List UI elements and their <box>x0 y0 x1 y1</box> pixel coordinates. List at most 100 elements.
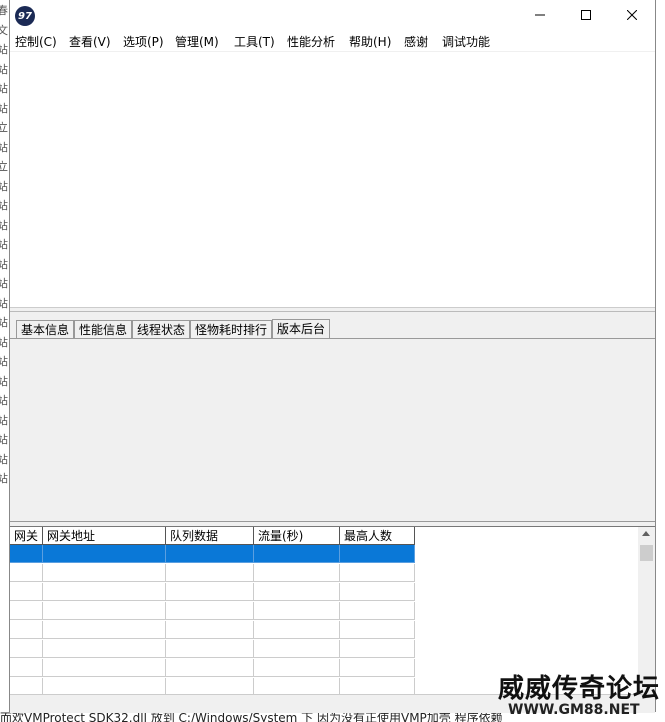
menu-item[interactable]: 性能分析 <box>287 33 335 50</box>
table-row[interactable] <box>10 583 415 601</box>
table-cell[interactable] <box>254 659 340 677</box>
background-char: 站 <box>0 472 8 485</box>
table-cell[interactable] <box>10 564 43 582</box>
table-row[interactable] <box>10 545 415 563</box>
table-cell[interactable] <box>254 621 340 639</box>
tab[interactable]: 线程状态 <box>132 320 190 338</box>
table-cell[interactable] <box>43 640 166 658</box>
table-cell[interactable] <box>166 621 254 639</box>
table-cell[interactable] <box>166 659 254 677</box>
background-char: 站 <box>0 62 8 76</box>
menu-item[interactable]: 调试功能 <box>442 33 490 50</box>
scroll-thumb[interactable] <box>640 545 653 561</box>
table-cell[interactable] <box>166 545 254 563</box>
table-cell[interactable] <box>43 545 166 563</box>
background-text-bottom: 而欢VMProtect SDK32.dll 放到 C:/Windows/Syst… <box>0 712 503 722</box>
background-char: 站 <box>0 413 8 427</box>
tab[interactable]: 版本后台 <box>272 319 330 339</box>
scroll-up-icon[interactable] <box>642 531 650 536</box>
close-icon <box>627 10 637 20</box>
table-cell[interactable] <box>10 602 43 620</box>
menu-bar: 控制(C) 查看(V) 选项(P) 管理(M) 工具(T) 性能分析 帮助(H) 感谢 调试功能 <box>10 30 655 51</box>
background-char: 立 <box>0 160 8 173</box>
app-logo-icon[interactable]: 97 <box>15 6 35 26</box>
table-cell[interactable] <box>10 621 43 639</box>
background-char: 站 <box>0 140 8 154</box>
table-cell[interactable] <box>166 640 254 658</box>
app-window: 97 控制(C) 查看(V) 选项(P) 管理(M) 工具(T) 性能分析 帮助(H) 感谢调… <box>9 0 656 713</box>
background-char: 站 <box>0 179 8 193</box>
background-char: 春 <box>0 4 8 17</box>
table-cell[interactable] <box>340 640 415 658</box>
table-cell[interactable] <box>254 678 340 695</box>
menu-item[interactable]: 控制(C) <box>15 33 57 50</box>
table-cell[interactable] <box>254 640 340 658</box>
table-cell[interactable] <box>166 583 254 601</box>
table-cell[interactable] <box>10 583 43 601</box>
table-cell[interactable] <box>43 583 166 601</box>
background-char: 站 <box>0 316 8 329</box>
column-header[interactable]: 网关地址 <box>43 527 166 545</box>
maximize-button[interactable] <box>563 0 609 30</box>
table-row[interactable] <box>10 678 415 695</box>
table-cell[interactable] <box>340 564 415 582</box>
table-cell[interactable] <box>254 583 340 601</box>
table-cell[interactable] <box>340 583 415 601</box>
log-output-area[interactable] <box>10 52 655 308</box>
background-char: 站 <box>0 257 8 271</box>
tab[interactable]: 怪物耗时排行 <box>190 320 272 338</box>
menu-item[interactable]: 工具(T) <box>234 33 275 50</box>
table-cell[interactable] <box>340 678 415 695</box>
table-row[interactable] <box>10 640 415 658</box>
table-cell[interactable] <box>10 640 43 658</box>
background-char: 站 <box>0 199 8 212</box>
table-row[interactable] <box>10 659 415 677</box>
tab[interactable]: 性能信息 <box>74 320 132 338</box>
table-row[interactable] <box>10 564 415 582</box>
menu-item[interactable]: 查看(V) <box>69 33 111 50</box>
column-header[interactable]: 最高人数 <box>340 527 415 545</box>
title-bar[interactable]: 97 <box>10 0 655 30</box>
table-cell[interactable] <box>10 545 43 563</box>
table-cell[interactable] <box>10 659 43 677</box>
background-char: 文 <box>0 23 8 37</box>
menu-item[interactable]: 感谢 <box>404 33 428 50</box>
menu-item[interactable]: 帮助(H) <box>349 33 391 50</box>
table-cell[interactable] <box>340 659 415 677</box>
table-cell[interactable] <box>43 564 166 582</box>
minimize-button[interactable] <box>517 0 563 30</box>
table-row[interactable] <box>10 621 415 639</box>
table-cell[interactable] <box>10 678 43 695</box>
table-row[interactable] <box>10 602 415 620</box>
background-char: 站 <box>0 218 8 232</box>
table-cell[interactable] <box>340 545 415 563</box>
background-char: 站 <box>0 43 8 56</box>
tab-panel-content <box>10 338 655 522</box>
table-cell[interactable] <box>340 621 415 639</box>
table-cell[interactable] <box>254 545 340 563</box>
background-char: 站 <box>0 433 8 446</box>
tab[interactable]: 基本信息 <box>16 320 74 338</box>
close-button[interactable] <box>609 0 655 30</box>
table-cell[interactable] <box>43 602 166 620</box>
table-cell[interactable] <box>254 564 340 582</box>
table-cell[interactable] <box>340 602 415 620</box>
column-header[interactable]: 队列数据 <box>166 527 254 545</box>
menu-item[interactable]: 管理(M) <box>175 33 219 50</box>
background-char: 站 <box>0 394 8 407</box>
table-cell[interactable] <box>254 602 340 620</box>
pane-splitter[interactable] <box>10 308 655 312</box>
table-cell[interactable] <box>166 564 254 582</box>
column-header[interactable]: 流量(秒) <box>254 527 340 545</box>
background-char: 立 <box>0 121 8 134</box>
column-header[interactable]: 网关 <box>10 527 43 545</box>
table-cell[interactable] <box>166 602 254 620</box>
table-cell[interactable] <box>166 678 254 695</box>
background-char: 站 <box>0 101 8 115</box>
background-char: 站 <box>0 82 8 95</box>
table-cell[interactable] <box>43 678 166 695</box>
background-char: 站 <box>0 355 8 368</box>
menu-item[interactable]: 选项(P) <box>123 33 164 50</box>
table-cell[interactable] <box>43 621 166 639</box>
table-cell[interactable] <box>43 659 166 677</box>
